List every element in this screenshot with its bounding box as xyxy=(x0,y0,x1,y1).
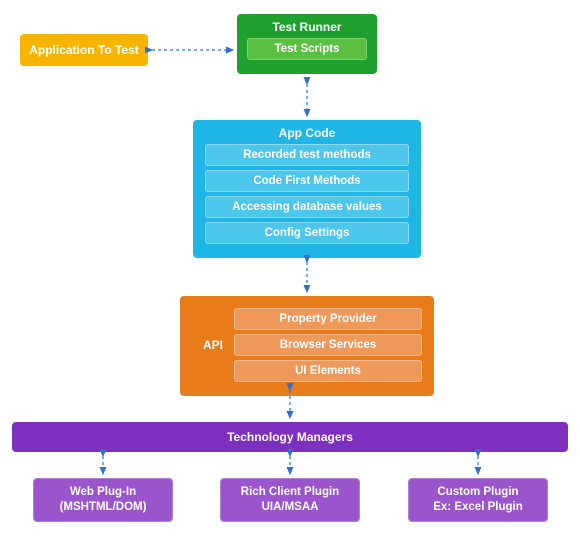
rich-client-plugin-box: Rich Client Plugin UIA/MSAA xyxy=(220,478,360,522)
app-code-item: Config Settings xyxy=(205,222,409,244)
application-to-test-box: Application To Test xyxy=(20,34,148,66)
app-code-item: Recorded test methods xyxy=(205,144,409,166)
plugin-line1: Web Plug-In xyxy=(38,485,168,500)
application-to-test-label: Application To Test xyxy=(29,43,139,57)
app-code-box: App Code Recorded test methods Code Firs… xyxy=(193,120,421,258)
api-label: API xyxy=(192,304,234,386)
api-box: API Property Provider Browser Services U… xyxy=(180,296,434,396)
app-code-item: Accessing database values xyxy=(205,196,409,218)
api-item: Browser Services xyxy=(234,334,422,356)
test-runner-box: Test Runner Test Scripts xyxy=(237,14,377,74)
app-code-title: App Code xyxy=(205,126,409,140)
app-code-item: Code First Methods xyxy=(205,170,409,192)
custom-plugin-box: Custom Plugin Ex: Excel Plugin xyxy=(408,478,548,522)
connector-arrows xyxy=(0,0,580,537)
plugin-line1: Rich Client Plugin xyxy=(225,485,355,500)
web-plugin-box: Web Plug-In (MSHTML/DOM) xyxy=(33,478,173,522)
api-item: Property Provider xyxy=(234,308,422,330)
technology-managers-box: Technology Managers xyxy=(12,422,568,452)
test-scripts-item: Test Scripts xyxy=(247,38,367,60)
plugin-line2: Ex: Excel Plugin xyxy=(413,500,543,515)
plugin-line1: Custom Plugin xyxy=(413,485,543,500)
plugin-line2: (MSHTML/DOM) xyxy=(38,500,168,515)
plugin-line2: UIA/MSAA xyxy=(225,500,355,515)
technology-managers-label: Technology Managers xyxy=(227,430,353,444)
test-runner-title: Test Runner xyxy=(247,20,367,34)
api-item: UI Elements xyxy=(234,360,422,382)
